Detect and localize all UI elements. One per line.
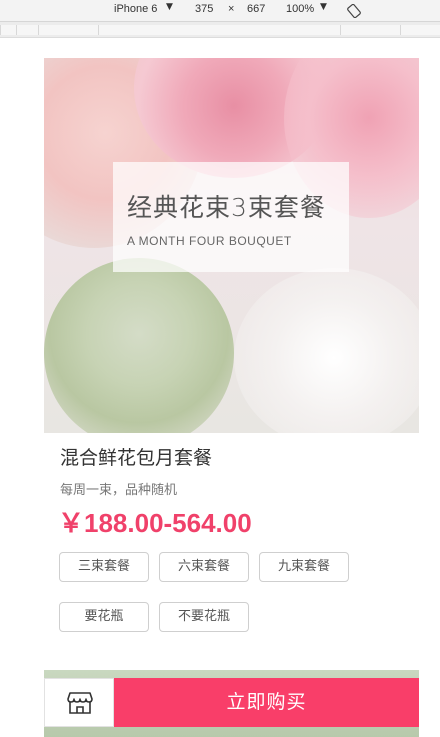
dimension-times: × [228, 3, 235, 15]
shop-button[interactable] [44, 678, 114, 727]
viewport-width-field[interactable]: 375 [195, 3, 213, 15]
storefront-icon [67, 692, 93, 714]
product-info: 混合鲜花包月套餐 每周一束，品种随机 ￥188.00-564.00 三束套餐 六… [44, 433, 419, 663]
product-description: 每周一束，品种随机 [60, 483, 178, 498]
devtools-toolbar: iPhone 6 ▼ 375 × 667 100% ▼ [0, 0, 440, 22]
media-query-ruler [0, 22, 440, 38]
option-package-9[interactable]: 九束套餐 [259, 552, 349, 582]
device-dropdown-icon[interactable]: ▼ [166, 2, 173, 12]
rotate-icon[interactable] [347, 4, 361, 18]
option-package-6[interactable]: 六束套餐 [159, 552, 249, 582]
option-with-vase[interactable]: 要花瓶 [59, 602, 149, 632]
hero-caption-card: 经典花束3束套餐 A MONTH FOUR BOUQUET [113, 162, 349, 272]
hero-banner: 经典花束3束套餐 A MONTH FOUR BOUQUET [44, 58, 419, 433]
hero-title: 经典花束3束套餐 [127, 193, 326, 222]
viewport-height-field[interactable]: 667 [247, 3, 265, 15]
buy-now-button[interactable]: 立即购买 [114, 678, 419, 727]
option-without-vase[interactable]: 不要花瓶 [159, 602, 249, 632]
device-select[interactable]: iPhone 6 [114, 3, 157, 15]
phone-viewport: 经典花束3束套餐 A MONTH FOUR BOUQUET 混合鲜花包月套餐 每… [44, 58, 419, 737]
zoom-select[interactable]: 100% [286, 3, 314, 15]
product-title: 混合鲜花包月套餐 [60, 447, 213, 469]
product-price: ￥188.00-564.00 [58, 508, 252, 538]
bottom-action-bar: 立即购买 [44, 678, 419, 727]
zoom-dropdown-icon[interactable]: ▼ [320, 2, 327, 12]
hero-subtitle: A MONTH FOUR BOUQUET [127, 234, 292, 248]
option-package-3[interactable]: 三束套餐 [59, 552, 149, 582]
